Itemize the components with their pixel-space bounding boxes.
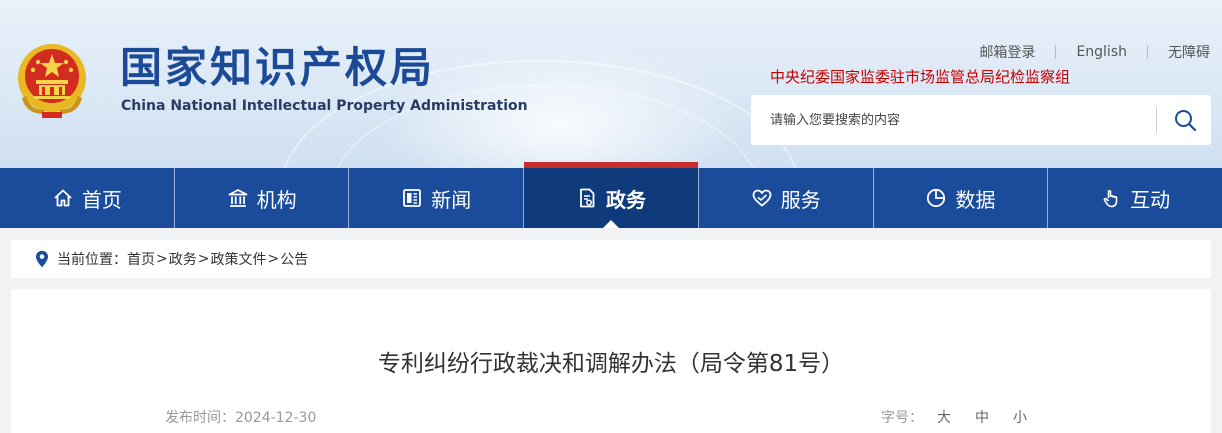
article-title: 专利纠纷行政裁决和调解办法（局令第81号） xyxy=(377,351,845,377)
breadcrumb-policy-documents[interactable]: 政策文件 xyxy=(210,249,266,269)
font-size-large[interactable]: 大 xyxy=(937,407,951,427)
nav-label: 互动 xyxy=(1130,187,1171,212)
discipline-inspection-link[interactable]: 中央纪委国家监委驻市场监管总局纪检监察组 xyxy=(770,66,1070,87)
breadcrumb-home[interactable]: 首页 xyxy=(127,249,155,269)
font-size-control: 字号： 大 中 小 xyxy=(881,407,1027,427)
breadcrumb-separator: > xyxy=(197,251,210,267)
breadcrumb-government-affairs[interactable]: 政务 xyxy=(169,249,197,269)
hand-pointer-icon xyxy=(1100,187,1122,209)
national-emblem-logo[interactable] xyxy=(14,40,90,120)
nav-label: 机构 xyxy=(256,187,297,212)
font-size-medium[interactable]: 中 xyxy=(975,407,989,427)
home-icon xyxy=(52,187,74,209)
nav-item-news[interactable]: 新闻 xyxy=(348,168,523,228)
nav-item-home[interactable]: 首页 xyxy=(0,168,174,228)
nav-label: 服务 xyxy=(780,187,821,212)
publish-date: 发布时间：2024-12-30 xyxy=(165,410,317,426)
site-header: 国家知识产权局 China National Intellectual Prop… xyxy=(0,0,1222,168)
document-icon xyxy=(576,187,598,209)
top-links: 邮箱登录 English 无障碍 xyxy=(979,42,1210,62)
search-divider xyxy=(1156,107,1157,133)
search-icon xyxy=(1175,110,1197,132)
building-icon xyxy=(227,187,249,209)
font-size-label: 字号： xyxy=(881,410,923,426)
heart-hands-icon xyxy=(751,187,773,209)
nav-item-interaction[interactable]: 互动 xyxy=(1047,168,1222,228)
top-link-divider xyxy=(1055,45,1057,59)
mail-login-link[interactable]: 邮箱登录 xyxy=(979,42,1035,62)
search-button[interactable] xyxy=(1159,95,1211,145)
location-pin-icon xyxy=(35,250,49,268)
site-title[interactable]: 国家知识产权局 xyxy=(120,42,435,94)
nav-label: 新闻 xyxy=(431,187,472,212)
article-panel: 专利纠纷行政裁决和调解办法（局令第81号） 发布时间：2024-12-30 字号… xyxy=(11,289,1211,433)
accessibility-link[interactable]: 无障碍 xyxy=(1168,42,1210,62)
top-link-divider xyxy=(1147,45,1148,59)
main-nav: 首页 机构 新闻 政务 服务 数据 互动 xyxy=(0,162,1222,228)
english-link[interactable]: English xyxy=(1076,44,1127,60)
nav-label: 首页 xyxy=(81,187,122,212)
nav-label: 政务 xyxy=(606,187,647,212)
breadcrumb-prefix: 当前位置： xyxy=(57,252,127,268)
newspaper-icon xyxy=(401,187,423,209)
nav-item-data[interactable]: 数据 xyxy=(872,168,1048,228)
search-input[interactable] xyxy=(751,95,1151,145)
breadcrumb: 当前位置： 首页 > 政务 > 政策文件 > 公告 xyxy=(11,240,1211,278)
nav-label: 数据 xyxy=(955,187,996,212)
site-title-english: China National Intellectual Property Adm… xyxy=(121,98,528,114)
breadcrumb-announcements[interactable]: 公告 xyxy=(280,249,308,269)
nav-item-government-affairs[interactable]: 政务 xyxy=(523,162,698,228)
nav-item-services[interactable]: 服务 xyxy=(697,168,873,228)
pie-chart-icon xyxy=(925,187,947,209)
nav-item-institutions[interactable]: 机构 xyxy=(173,168,349,228)
font-size-small[interactable]: 小 xyxy=(1013,407,1027,427)
breadcrumb-separator: > xyxy=(267,251,280,267)
search-box xyxy=(751,95,1211,145)
breadcrumb-separator: > xyxy=(156,251,168,267)
